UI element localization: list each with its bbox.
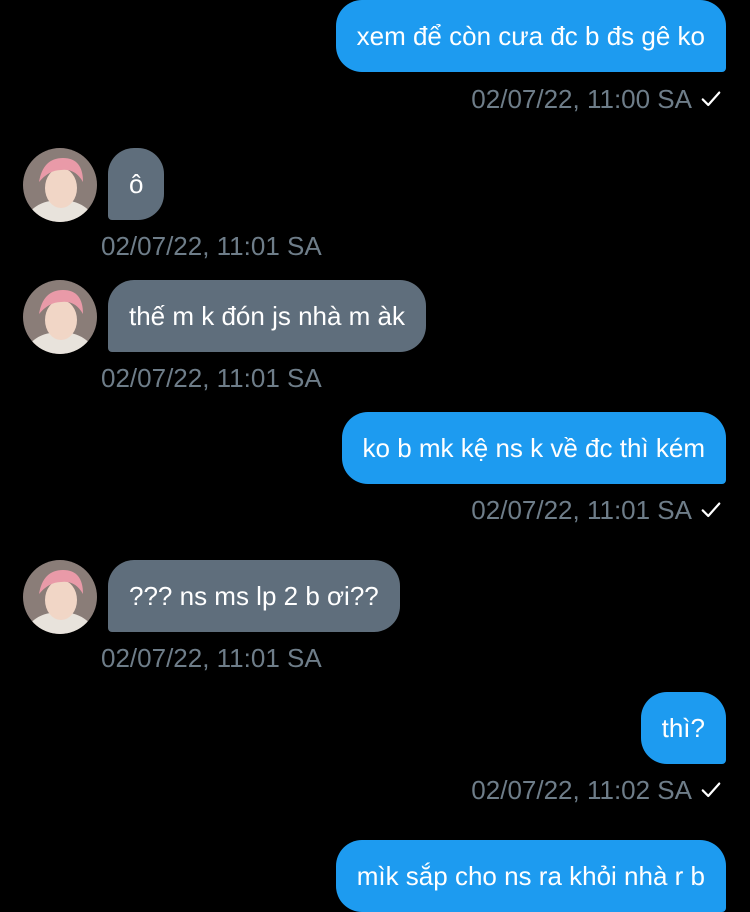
message-bubble-received[interactable]: ô (108, 148, 165, 220)
message-timestamp: 02/07/22, 11:01 SA (101, 363, 322, 393)
user-avatar[interactable] (23, 560, 97, 634)
check-icon (701, 91, 721, 107)
message-bubble-sent[interactable]: thì? (640, 692, 726, 764)
message-timestamp: 02/07/22, 11:00 SA (471, 84, 722, 114)
user-avatar[interactable] (23, 148, 97, 222)
timestamp-text: 02/07/22, 11:01 SA (471, 495, 692, 525)
check-icon (701, 502, 721, 518)
message-timestamp: 02/07/22, 11:01 SA (471, 495, 722, 525)
message-timestamp: 02/07/22, 11:01 SA (101, 643, 322, 673)
message-thread: xem để còn cưa đc b đs gê ko 02/07/22, 1… (0, 0, 750, 912)
message-bubble-received[interactable]: ??? ns ms lp 2 b ơi?? (108, 560, 400, 632)
message-timestamp: 02/07/22, 11:01 SA (101, 231, 322, 261)
message-bubble-sent[interactable]: mìk sắp cho ns ra khỏi nhà r b (335, 840, 726, 912)
message-bubble-sent[interactable]: xem để còn cưa đc b đs gê ko (335, 0, 726, 72)
check-icon (701, 782, 721, 798)
user-avatar[interactable] (23, 280, 97, 354)
timestamp-text: 02/07/22, 11:00 SA (471, 84, 692, 114)
message-bubble-received[interactable]: thế m k đón js nhà m àk (108, 280, 427, 352)
message-timestamp: 02/07/22, 11:02 SA (471, 775, 722, 805)
timestamp-text: 02/07/22, 11:02 SA (471, 775, 692, 805)
message-bubble-sent[interactable]: ko b mk kệ ns k về đc thì kém (341, 412, 726, 484)
